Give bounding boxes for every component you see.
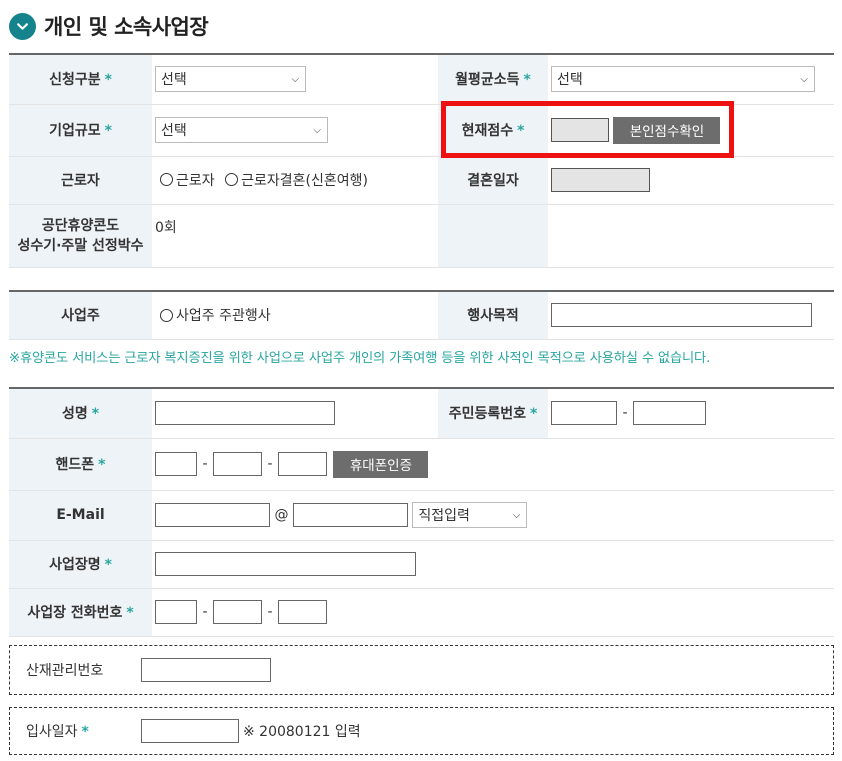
company-size-label: 기업규모 * [9,104,152,157]
worker-marriage-radio[interactable]: 근로자결혼(신혼여행) [225,170,368,190]
worker-cell: 근로자 근로자결혼(신혼여행) [152,156,438,205]
employer-table: 사업주 사업주 주관행사 행사목적 [9,290,834,340]
chevron-down-icon: ⌵ [313,124,321,136]
empty-value-cell [548,204,834,268]
join-date-row: 입사일자 * ※ 20080121 입력 [9,707,834,755]
resident-no-front-input[interactable] [551,401,617,426]
employer-label: 사업주 [9,290,152,340]
email-domain-input[interactable] [292,503,408,527]
personal-info-table: 성명 * 주민등록번호 * - 핸드폰 * -- 휴대폰인증 E-Mail @ 직접입… [9,387,834,637]
name-input[interactable] [155,401,335,426]
email-label: E-Mail [9,490,152,541]
chevron-down-icon[interactable] [9,12,36,40]
radio-circle-icon [225,173,239,187]
join-date-label: 입사일자 * [26,724,89,740]
monthly-income-label: 월평균소득 * [438,53,548,105]
marriage-date-label: 결혼일자 [438,156,548,205]
company-name-cell [152,540,834,589]
resident-no-cell: - [548,387,834,439]
selection-count-label: 공단휴양콘도 성수기·주말 선정박수 [9,204,152,268]
radio-circle-icon [160,173,173,187]
accident-no-row: 산재관리번호 [9,645,834,695]
marriage-date-input[interactable] [551,168,650,192]
company-phone-part3-input[interactable] [278,600,327,624]
phone-cell: -- 휴대폰인증 [152,438,834,491]
selection-count-value: 0회 [152,204,438,268]
join-date-input[interactable] [141,719,239,743]
employer-event-radio[interactable]: 사업주 주관행사 [160,305,271,325]
company-size-select[interactable]: 선택 ⌵ [155,117,328,143]
chevron-down-icon: ⌵ [291,73,299,85]
employer-cell: 사업주 주관행사 [152,290,438,340]
phone-label: 핸드폰 * [9,438,152,491]
resident-no-back-input[interactable] [633,401,706,426]
monthly-income-cell: 선택 ⌵ [548,53,834,105]
company-size-cell: 선택 ⌵ [152,104,438,157]
accident-no-input[interactable] [141,658,271,682]
email-domain-select[interactable]: 직접입력 ⌵ [412,502,528,528]
resident-no-label: 주민등록번호 * [438,387,548,439]
score-highlight-box [441,101,734,158]
phone-part1-input[interactable] [155,452,197,476]
empty-label-cell [438,204,548,268]
apply-type-label: 신청구분 * [9,53,152,105]
marriage-date-cell [548,156,834,205]
monthly-income-select[interactable]: 선택 ⌵ [551,66,815,93]
chevron-down-icon: ⌵ [800,73,808,85]
section-header[interactable]: 개인 및 소속사업장 [9,10,209,42]
company-name-input[interactable] [155,552,416,576]
company-phone-part2-input[interactable] [213,600,262,624]
worker-radio[interactable]: 근로자 [160,170,215,190]
chevron-down-icon: ⌵ [512,509,521,521]
email-cell: @ 직접입력 ⌵ [152,490,834,541]
applicant-info-table: 신청구분 * 선택 ⌵ 월평균소득 * 선택 ⌵ 기업규모 * 선택 ⌵ 현재점수 * 본인점… [9,53,834,268]
accident-no-label: 산재관리번호 [26,663,104,679]
apply-type-select[interactable]: 선택 ⌵ [155,66,306,93]
phone-verify-button[interactable]: 휴대폰인증 [333,450,429,478]
company-phone-part1-input[interactable] [155,600,197,624]
phone-part2-input[interactable] [213,452,262,476]
radio-circle-icon [160,308,173,322]
notice-text: ※휴양콘도 서비스는 근로자 복지증진을 위한 사업으로 사업주 개인의 가족여… [9,351,711,366]
company-name-label: 사업장명 * [9,540,152,589]
name-label: 성명 * [9,387,152,439]
worker-label: 근로자 [9,156,152,205]
join-date-hint: ※ 20080121 입력 [243,724,361,740]
company-phone-label: 사업장 전화번호 * [9,588,152,637]
phone-part3-input[interactable] [278,452,327,476]
event-purpose-input[interactable] [551,303,812,328]
section-title: 개인 및 소속사업장 [44,15,209,39]
name-cell [152,387,438,439]
company-phone-cell: -- [152,588,834,637]
email-id-input[interactable] [155,503,270,527]
event-purpose-cell [548,290,834,340]
email-at-sign: @ [274,507,289,523]
apply-type-cell: 선택 ⌵ [152,53,438,105]
event-purpose-label: 행사목적 [438,290,548,340]
